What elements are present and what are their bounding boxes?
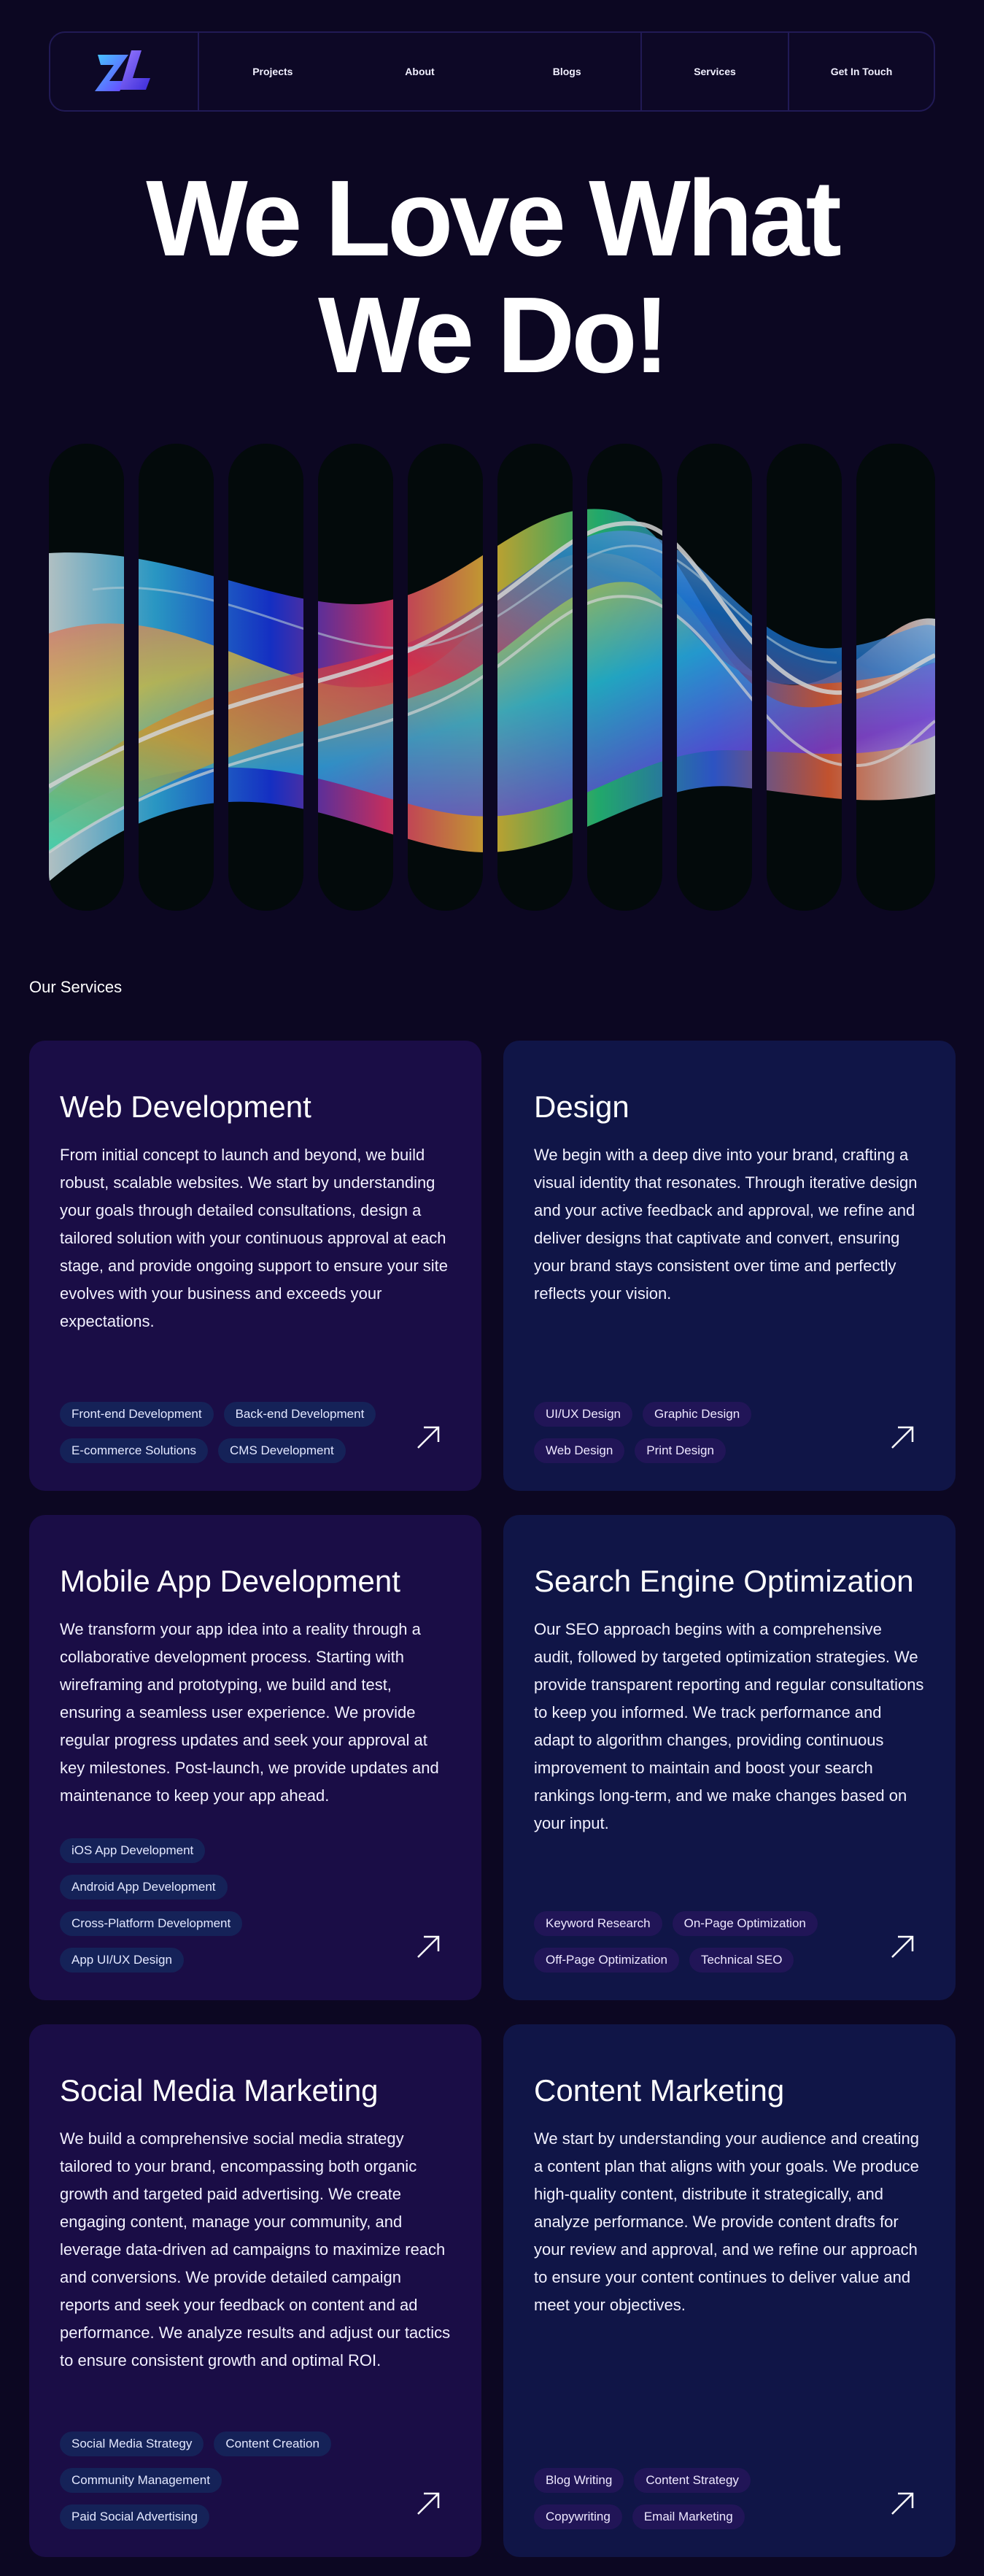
arrow-up-right-icon[interactable] [890,1935,915,1959]
service-card-description: From initial concept to launch and beyon… [60,1146,449,1330]
service-card-title: Web Development [60,1090,311,1124]
section-label-our-services: Our Services [29,978,123,996]
hero-title: We Love What We Do! [0,161,984,394]
hero-title-line-2: We Do! [317,275,670,396]
service-card-title: Mobile App Development [60,1564,400,1598]
service-tag: Email Marketing [632,2504,745,2529]
service-card-description: Our SEO approach begins with a comprehen… [534,1620,924,1832]
arrow-up-right-icon[interactable] [416,1425,441,1450]
service-tag: Social Media Strategy [60,2432,204,2456]
service-tag: CMS Development [218,1438,346,1463]
service-tag: Print Design [635,1438,726,1463]
service-tag: Off-Page Optimization [534,1948,679,1973]
service-card-description: We start by understanding your audience … [534,2129,919,2314]
service-tag: Back-end Development [223,1402,376,1427]
service-card-design[interactable]: Design We begin with a deep dive into yo… [503,1041,956,1491]
service-tag: Keyword Research [534,1911,662,1936]
service-tag: UI/UX Design [534,1402,632,1427]
service-tag: Android App Development [60,1875,228,1900]
hero-title-line-1: We Love What [146,158,842,279]
service-card-tags: Social Media Strategy Content Creation C… [60,2432,381,2529]
service-card-search-engine-optimization[interactable]: Search Engine Optimization Our SEO appro… [503,1515,956,2000]
service-card-title: Social Media Marketing [60,2073,379,2108]
nav-link-about[interactable]: About [346,33,494,110]
service-tag: Technical SEO [689,1948,794,1973]
service-card-title: Content Marketing [534,2073,785,2108]
service-tag: Graphic Design [642,1402,752,1427]
service-tag: App UI/UX Design [60,1948,184,1973]
service-tag: Web Design [534,1438,625,1463]
arrow-up-right-icon[interactable] [890,2491,915,2516]
service-tag: Blog Writing [534,2468,624,2493]
service-tag: Paid Social Advertising [60,2504,209,2529]
service-tag: Copywriting [534,2504,622,2529]
nav-link-projects[interactable]: Projects [199,33,346,110]
arrow-up-right-icon[interactable] [416,1935,441,1959]
arrow-up-right-icon[interactable] [890,1425,915,1450]
nav-links: Projects About Blogs [199,33,642,110]
arrow-up-right-icon[interactable] [416,2491,441,2516]
service-card-web-development[interactable]: Web Development From initial concept to … [29,1041,481,1491]
logo-link[interactable] [50,33,199,110]
service-card-description: We transform your app idea into a realit… [60,1620,439,1805]
service-card-social-media-marketing[interactable]: Social Media Marketing We build a compre… [29,2024,481,2557]
service-card-tags: iOS App Development Android App Developm… [60,1838,403,1973]
service-card-mobile-app-development[interactable]: Mobile App Development We transform your… [29,1515,481,2000]
nav-link-services[interactable]: Services [642,33,788,110]
service-card-title: Search Engine Optimization [534,1564,914,1598]
service-tag: On-Page Optimization [672,1911,818,1936]
service-tag: E-commerce Solutions [60,1438,209,1463]
service-tag: Content Strategy [634,2468,751,2493]
nav-actions: Services Get In Touch [642,33,934,110]
service-card-tags: UI/UX Design Graphic Design Web Design P… [534,1402,775,1463]
service-tag: Content Creation [214,2432,331,2456]
service-tag: Community Management [60,2468,222,2493]
service-tag: Front-end Development [60,1402,214,1427]
hero-artwork [49,444,935,911]
zl-logo-icon [95,50,150,91]
service-tag: Cross-Platform Development [60,1911,243,1936]
get-in-touch-button[interactable]: Get In Touch [788,33,934,110]
top-navigation: Projects About Blogs Services Get In Tou… [49,31,935,112]
service-card-title: Design [534,1090,629,1124]
service-tag: iOS App Development [60,1838,206,1863]
service-card-tags: Front-end Development Back-end Developme… [60,1402,403,1463]
iridescent-wave-image [49,444,935,911]
nav-link-blogs[interactable]: Blogs [493,33,640,110]
service-card-tags: Keyword Research On-Page Optimization Of… [534,1911,862,1973]
service-card-tags: Blog Writing Content Strategy Copywritin… [534,2468,775,2529]
service-card-description: We build a comprehensive social media st… [60,2129,451,2369]
service-card-description: We begin with a deep dive into your bran… [534,1146,918,1303]
service-card-content-marketing[interactable]: Content Marketing We start by understand… [503,2024,956,2557]
